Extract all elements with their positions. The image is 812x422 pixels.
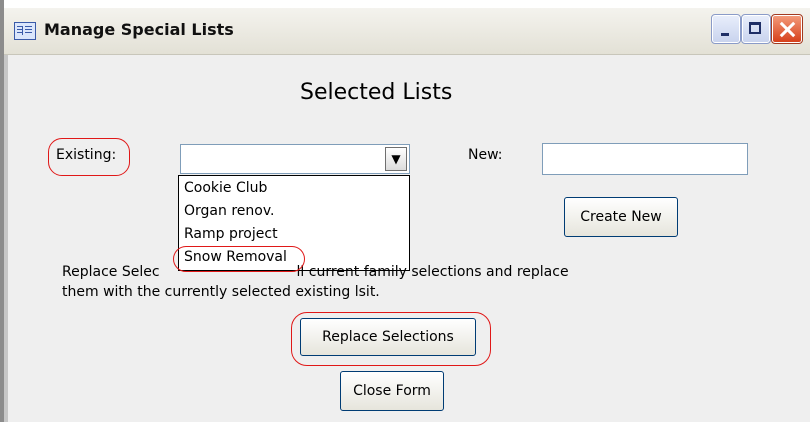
page-title: Selected Lists <box>300 80 453 105</box>
manage-special-lists-window: Manage Special Lists Selected Lists Exis… <box>0 0 812 422</box>
window-title: Manage Special Lists <box>44 20 234 39</box>
dropdown-item-organ-renov[interactable]: Organ renov. <box>184 203 274 219</box>
replace-description-line2: them with the currently selected existin… <box>62 284 380 300</box>
dropdown-item-cookie-club[interactable]: Cookie Club <box>184 180 267 196</box>
maximize-button[interactable] <box>741 14 771 44</box>
close-form-button[interactable]: Close Form <box>340 371 444 411</box>
create-new-button[interactable]: Create New <box>564 197 678 237</box>
minimize-button[interactable] <box>711 14 741 44</box>
replace-description-prefix: Replace Selec <box>62 264 160 280</box>
dropdown-item-ramp-project[interactable]: Ramp project <box>184 226 278 242</box>
form-icon <box>14 22 36 40</box>
new-label: New: <box>468 147 503 163</box>
new-list-input[interactable] <box>542 143 748 175</box>
existing-label-highlight <box>48 138 130 176</box>
title-bar[interactable]: Manage Special Lists <box>4 8 810 55</box>
chevron-down-icon[interactable]: ▼ <box>385 147 407 171</box>
close-window-button[interactable] <box>771 14 803 44</box>
snow-removal-highlight <box>173 246 305 272</box>
replace-button-highlight <box>291 312 491 366</box>
replace-description: Replace Selec ll current family selection… <box>62 262 742 302</box>
replace-description-tail: ll current family selections and replace <box>296 264 569 280</box>
existing-list-combobox[interactable]: ▼ <box>180 144 410 174</box>
